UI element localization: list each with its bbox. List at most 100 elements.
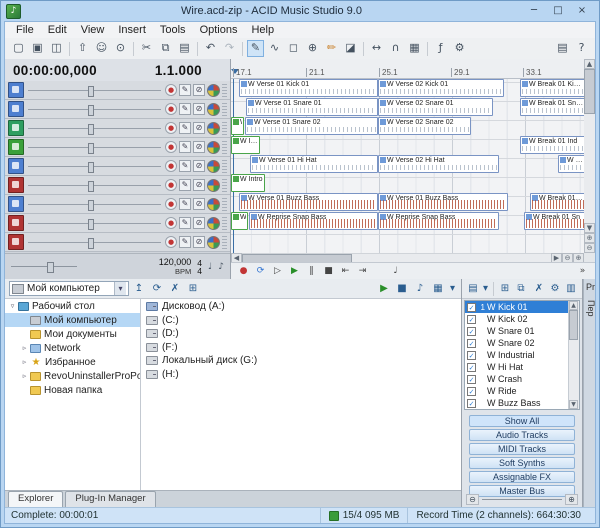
auto-preview-icon[interactable]: ♪ <box>412 281 428 297</box>
selection-tool-icon[interactable]: ◻ <box>285 40 302 57</box>
track-fx-button[interactable]: ✎ <box>179 179 191 191</box>
track-fx-button[interactable]: ✎ <box>179 122 191 134</box>
zoom-in-vertical-icon[interactable]: ⊕ <box>584 233 595 243</box>
track-volume-slider[interactable] <box>26 160 163 173</box>
checkbox[interactable]: ✓ <box>467 387 476 396</box>
timeline-clip[interactable]: W Verse 02 Snare 01 <box>378 98 493 116</box>
views-icon[interactable]: ▦ <box>430 281 446 297</box>
record-arm-button[interactable]: ● <box>165 236 177 248</box>
help-icon[interactable]: ? <box>573 40 590 57</box>
pan-knob[interactable] <box>207 236 220 249</box>
soft-synths-button[interactable]: Soft Synths <box>469 457 575 469</box>
assignable-fx-button[interactable]: Assignable FX <box>469 471 575 483</box>
track-volume-slider[interactable] <box>26 236 163 249</box>
track-fx-button[interactable]: ✎ <box>179 236 191 248</box>
track-color-chip[interactable] <box>8 139 24 155</box>
mute-button[interactable]: ⊘ <box>193 141 205 153</box>
track-height-slider[interactable] <box>11 261 77 272</box>
track-list-item[interactable]: ✓W Ride <box>465 385 579 397</box>
paint-tool-icon[interactable]: ✏ <box>323 40 340 57</box>
settings-icon[interactable]: ⚙ <box>451 40 468 57</box>
timeline-clip[interactable]: W Verse 01 Buzz Bass <box>239 193 378 211</box>
record-arm-button[interactable]: ● <box>165 103 177 115</box>
record-arm-button[interactable]: ● <box>165 122 177 134</box>
pan-knob[interactable] <box>207 160 220 173</box>
mute-button[interactable]: ⊘ <box>193 103 205 115</box>
time-selection-tool-icon[interactable]: ↔ <box>368 40 385 57</box>
preview-strip[interactable]: Prev Пер <box>583 279 595 507</box>
stop-preview-icon[interactable]: ■ <box>394 281 410 297</box>
mute-button[interactable]: ⊘ <box>193 160 205 172</box>
copy-icon[interactable]: ⧉ <box>157 40 174 57</box>
undo-icon[interactable]: ↶ <box>202 40 219 57</box>
pan-knob[interactable] <box>207 84 220 97</box>
mute-button[interactable]: ⊘ <box>193 84 205 96</box>
tap-tempo-icon[interactable]: ♪ <box>218 262 224 272</box>
track-color-chip[interactable] <box>8 177 24 193</box>
timeline-clip[interactable]: W Verse 02 Hi Hat <box>378 155 499 173</box>
zoom-out-icon[interactable]: ⊖ <box>466 494 479 505</box>
checkbox[interactable]: ✓ <box>467 363 476 372</box>
app-icon[interactable]: ♪ <box>6 4 21 19</box>
up-level-icon[interactable]: ↥ <box>131 281 147 297</box>
file-item[interactable]: (C:) <box>141 314 461 328</box>
paste-icon[interactable]: ▤ <box>176 40 193 57</box>
track-list-item[interactable]: ✓W Crash <box>465 373 579 385</box>
timeline-clip[interactable]: W Break 01 Kick 01 <box>520 79 584 97</box>
record-arm-button[interactable]: ● <box>165 217 177 229</box>
grid-icon[interactable]: ▦ <box>406 40 423 57</box>
track-fx-button[interactable]: ✎ <box>179 160 191 172</box>
timeline-clip[interactable]: W Verse 02 Snare 02 <box>378 117 471 135</box>
erase-tool-icon[interactable]: ◪ <box>342 40 359 57</box>
play-preview-icon[interactable]: ▶ <box>376 281 392 297</box>
timeline-clip[interactable]: W Intro <box>231 117 244 135</box>
list-scrollbar[interactable]: ▲ ▼ <box>568 301 579 409</box>
user-icon[interactable]: ☺ <box>93 40 110 57</box>
scroll-up-icon[interactable]: ▲ <box>584 59 595 69</box>
checkbox[interactable]: ✓ <box>467 399 476 408</box>
checkbox[interactable]: ✓ <box>467 339 476 348</box>
timeline-clip[interactable]: W Intro <box>231 136 260 154</box>
dock-icon[interactable]: ▥ <box>563 281 579 297</box>
tutorials-icon[interactable]: ▤ <box>554 40 571 57</box>
views-dropdown-icon[interactable]: ▾ <box>448 281 457 297</box>
timeline-clip[interactable]: W Verse 01 Snare 02 <box>245 117 378 135</box>
tree-item-my-documents[interactable]: Мои документы <box>5 327 140 341</box>
menu-edit[interactable]: Edit <box>41 24 74 36</box>
track-fx-button[interactable]: ✎ <box>179 103 191 115</box>
duplicate-track-icon[interactable]: ⧉ <box>513 281 529 297</box>
track-color-chip[interactable] <box>8 196 24 212</box>
new-folder-icon[interactable]: ⊞ <box>185 281 201 297</box>
pause-icon[interactable]: ‖ <box>303 265 320 278</box>
track-header[interactable]: ● ✎ ⊘ <box>5 119 230 138</box>
record-arm-button[interactable]: ● <box>165 141 177 153</box>
file-item[interactable]: (H:) <box>141 368 461 382</box>
tree-item-my-computer[interactable]: Мой компьютер <box>5 313 140 327</box>
open-icon[interactable]: ▣ <box>29 40 46 57</box>
timeline-clip[interactable]: W Break 01 <box>231 212 248 230</box>
minimize-button[interactable]: ─ <box>522 4 546 19</box>
track-volume-slider[interactable] <box>26 103 163 116</box>
track-header[interactable]: ● ✎ ⊘ <box>5 233 230 252</box>
timecode-display[interactable]: 00:00:00,000 <box>13 63 97 78</box>
script-icon[interactable]: ƒ <box>432 40 449 57</box>
track-color-chip[interactable] <box>8 234 24 250</box>
checkbox[interactable]: ✓ <box>467 375 476 384</box>
menu-file[interactable]: File <box>9 24 41 36</box>
pan-knob[interactable] <box>207 217 220 230</box>
combo-dropdown-icon[interactable]: ▾ <box>114 282 126 295</box>
tab-plugin-manager[interactable]: Plug-In Manager <box>65 491 155 507</box>
menu-options[interactable]: Options <box>193 24 245 36</box>
track-list-item[interactable]: ✓W Snare 01 <box>465 325 579 337</box>
tree-item-desktop[interactable]: ▿Рабочий стол <box>5 299 140 313</box>
scroll-up-icon[interactable]: ▲ <box>569 301 578 310</box>
metronome-icon[interactable]: ♩ <box>387 265 404 278</box>
track-list-item[interactable]: ✓W Snare 02 <box>465 337 579 349</box>
track-header[interactable]: ● ✎ ⊘ <box>5 138 230 157</box>
go-to-end-icon[interactable]: ⇥ <box>354 265 371 278</box>
maximize-button[interactable]: □ <box>546 4 570 19</box>
checkbox[interactable]: ✓ <box>467 327 476 336</box>
timeline-clip[interactable]: W Reprise Snap Bass <box>249 212 378 230</box>
draw-tool-icon[interactable]: ✎ <box>247 40 264 57</box>
track-list-item[interactable]: ✓W Buzz Bass <box>465 397 579 409</box>
